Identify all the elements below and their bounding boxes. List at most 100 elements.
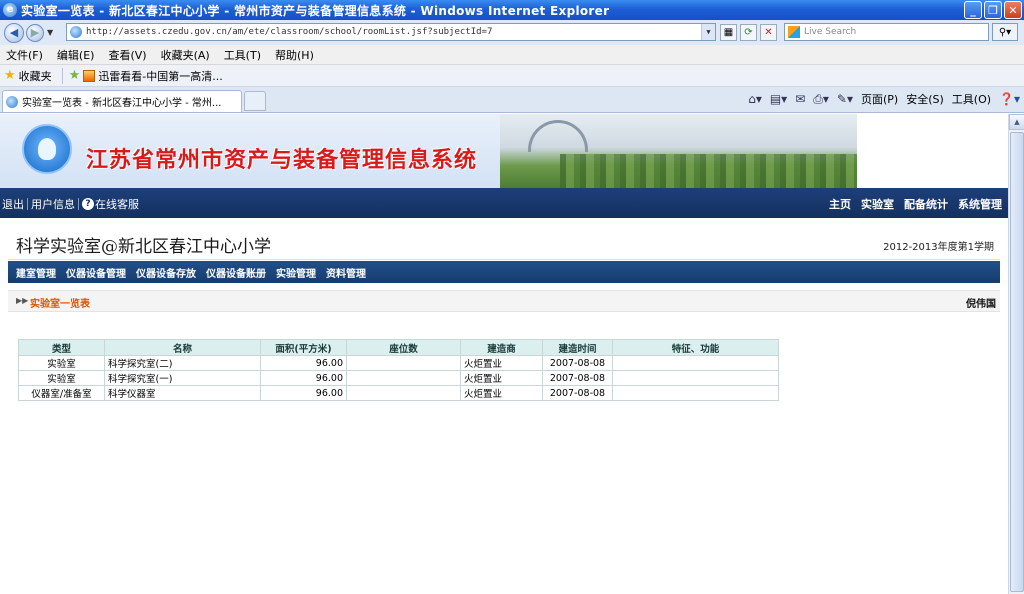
url-dropdown-icon[interactable]: ▼ bbox=[701, 24, 715, 40]
cell-type: 实验室 bbox=[18, 355, 105, 371]
favorites-label[interactable]: 收藏夹 bbox=[19, 68, 52, 84]
command-bar: ⌂▾ ▤▾ ✉ ⎙▾ ✎▾ 页面(P) 安全(S) 工具(O) ❓▾ bbox=[748, 91, 1020, 107]
cell-seats bbox=[346, 355, 461, 371]
help-icon[interactable]: ❓▾ bbox=[999, 92, 1020, 106]
home-icon[interactable]: ⌂▾ bbox=[748, 92, 762, 106]
menu-favorites[interactable]: 收藏夹(A) bbox=[161, 47, 210, 63]
back-button[interactable]: ◀ bbox=[4, 22, 24, 43]
col-builder: 建造商 bbox=[460, 339, 543, 356]
nav-lab[interactable]: 实验室 bbox=[861, 196, 894, 212]
cell-type: 实验室 bbox=[18, 370, 105, 386]
stop-icon[interactable]: ✕ bbox=[760, 24, 777, 41]
search-button[interactable]: ⚲▾ bbox=[992, 23, 1018, 41]
table-row[interactable]: 仪器室/准备室 科学仪器室 96.00 火炬置业 2007-08-08 bbox=[18, 385, 779, 401]
print-icon[interactable]: ⎙▾ bbox=[813, 92, 829, 107]
site-title: 江苏省常州市资产与装备管理信息系统 bbox=[86, 147, 478, 173]
safety-menu[interactable]: 安全(S) bbox=[906, 91, 944, 107]
table-row[interactable]: 实验室 科学探究室(一) 96.00 火炬置业 2007-08-08 bbox=[18, 370, 779, 386]
tools-menu[interactable]: 工具(O) bbox=[952, 91, 991, 107]
breadcrumb: ▶▶ 实验室一览表 倪伟国 bbox=[8, 290, 1000, 312]
window-title-bar: e 实验室一览表 - 新北区春江中心小学 - 常州市资产与装备管理信息系统 - … bbox=[0, 0, 1024, 20]
breadcrumb-arrow-icon: ▶▶ bbox=[16, 296, 29, 305]
menu-help[interactable]: 帮助(H) bbox=[275, 47, 314, 63]
forward-button[interactable]: ▶ bbox=[26, 23, 44, 42]
breadcrumb-title: 实验室一览表 bbox=[30, 299, 90, 310]
nav-separator bbox=[78, 198, 79, 210]
add-favorite-icon[interactable]: ★ bbox=[69, 68, 81, 83]
site-logo-icon bbox=[22, 124, 72, 174]
user-info-link[interactable]: 用户信息 bbox=[31, 196, 75, 212]
new-tab-button[interactable] bbox=[244, 91, 266, 111]
nav-home[interactable]: 主页 bbox=[829, 196, 851, 212]
cell-build-date: 2007-08-08 bbox=[542, 370, 613, 386]
col-build-date: 建造时间 bbox=[542, 339, 613, 356]
subnav-equipment-storage[interactable]: 仪器设备存放 bbox=[136, 265, 196, 280]
nav-separator bbox=[27, 198, 28, 210]
table-header-row: 类型 名称 面积(平方米) 座位数 建造商 建造时间 特征、功能 bbox=[18, 339, 779, 356]
window-controls: _ ❐ ✕ bbox=[964, 1, 1022, 19]
breadcrumb-user[interactable]: 倪伟国 bbox=[966, 295, 996, 310]
history-dropdown-icon[interactable]: ▼ bbox=[47, 28, 53, 37]
nav-system[interactable]: 系统管理 bbox=[958, 196, 1002, 212]
restore-button[interactable]: ❐ bbox=[984, 1, 1002, 19]
xunlei-icon bbox=[83, 69, 96, 82]
minimize-button[interactable]: _ bbox=[964, 1, 982, 19]
mail-icon[interactable]: ✉ bbox=[795, 92, 805, 106]
close-button[interactable]: ✕ bbox=[1004, 1, 1022, 19]
top-navigation: 退出 用户信息 ? 在线客服 主页 实验室 配备统计 系统管理 bbox=[0, 188, 1008, 218]
search-input[interactable]: Live Search bbox=[784, 23, 989, 41]
favorites-star-icon[interactable]: ★ bbox=[4, 68, 16, 83]
cell-name: 科学探究室(二) bbox=[104, 355, 261, 371]
table-row[interactable]: 实验室 科学探究室(二) 96.00 火炬置业 2007-08-08 bbox=[18, 355, 779, 371]
feeds-icon[interactable]: ▤▾ bbox=[770, 92, 787, 106]
subnav-equipment-mgmt[interactable]: 仪器设备管理 bbox=[66, 265, 126, 280]
cell-name: 科学仪器室 bbox=[104, 385, 261, 401]
compatibility-icon[interactable]: ▦ bbox=[720, 24, 737, 41]
cell-build-date: 2007-08-08 bbox=[542, 355, 613, 371]
page-content: 江苏省常州市资产与装备管理信息系统 退出 用户信息 ? 在线客服 主页 实验室 … bbox=[0, 114, 1008, 594]
col-features: 特征、功能 bbox=[612, 339, 779, 356]
subnav-experiment-mgmt[interactable]: 实验管理 bbox=[276, 265, 316, 280]
online-service-link[interactable]: 在线客服 bbox=[95, 196, 139, 212]
subnav-document-mgmt[interactable]: 资料管理 bbox=[326, 265, 366, 280]
cell-area: 96.00 bbox=[260, 385, 347, 401]
search-placeholder: Live Search bbox=[804, 27, 857, 37]
logout-link[interactable]: 退出 bbox=[2, 196, 24, 212]
tab-active[interactable]: 实验室一览表 - 新北区春江中心小学 - 常州... bbox=[2, 90, 242, 112]
menu-edit[interactable]: 编辑(E) bbox=[57, 47, 95, 63]
menu-view[interactable]: 查看(V) bbox=[108, 47, 146, 63]
favorites-separator bbox=[61, 67, 63, 84]
live-search-icon bbox=[788, 26, 800, 38]
address-bar: ◀ ▶ ▼ http://assets.czedu.gov.cn/am/ete/… bbox=[0, 20, 1024, 45]
col-seats: 座位数 bbox=[346, 339, 461, 356]
subnav-equipment-ledger[interactable]: 仪器设备账册 bbox=[206, 265, 266, 280]
menu-tools[interactable]: 工具(T) bbox=[224, 47, 261, 63]
banner-trees bbox=[560, 154, 857, 188]
research-icon[interactable]: ✎▾ bbox=[837, 92, 853, 106]
url-field[interactable]: http://assets.czedu.gov.cn/am/ete/classr… bbox=[66, 23, 716, 41]
cell-features bbox=[612, 370, 779, 386]
col-area: 面积(平方米) bbox=[260, 339, 347, 356]
refresh-icon[interactable]: ⟳ bbox=[740, 24, 757, 41]
cell-builder: 火炬置业 bbox=[460, 385, 543, 401]
page-menu[interactable]: 页面(P) bbox=[861, 91, 898, 107]
nav-stats[interactable]: 配备统计 bbox=[904, 196, 948, 212]
ie-icon: e bbox=[3, 3, 17, 17]
menu-bar: 文件(F) 编辑(E) 查看(V) 收藏夹(A) 工具(T) 帮助(H) bbox=[0, 45, 1024, 65]
scroll-up-arrow-icon[interactable]: ▲ bbox=[1009, 114, 1024, 130]
subnav-room-mgmt[interactable]: 建室管理 bbox=[16, 265, 56, 280]
menu-file[interactable]: 文件(F) bbox=[6, 47, 43, 63]
tab-favicon-icon bbox=[6, 95, 18, 108]
scroll-thumb[interactable] bbox=[1010, 132, 1024, 592]
cell-builder: 火炬置业 bbox=[460, 370, 543, 386]
cell-features bbox=[612, 355, 779, 371]
favorite-link-xunlei[interactable]: 迅雷看看-中国第一高清... bbox=[98, 68, 222, 84]
term-label: 2012-2013年度第1学期 bbox=[883, 242, 994, 253]
lab-list-table: 类型 名称 面积(平方米) 座位数 建造商 建造时间 特征、功能 实验室 科学探… bbox=[18, 339, 779, 401]
vertical-scrollbar[interactable]: ▲ bbox=[1008, 114, 1024, 594]
sub-navigation: 建室管理 仪器设备管理 仪器设备存放 仪器设备账册 实验管理 资料管理 bbox=[8, 261, 1000, 283]
banner-blank bbox=[857, 114, 1008, 188]
cell-type: 仪器室/准备室 bbox=[18, 385, 105, 401]
cell-area: 96.00 bbox=[260, 355, 347, 371]
cell-build-date: 2007-08-08 bbox=[542, 385, 613, 401]
